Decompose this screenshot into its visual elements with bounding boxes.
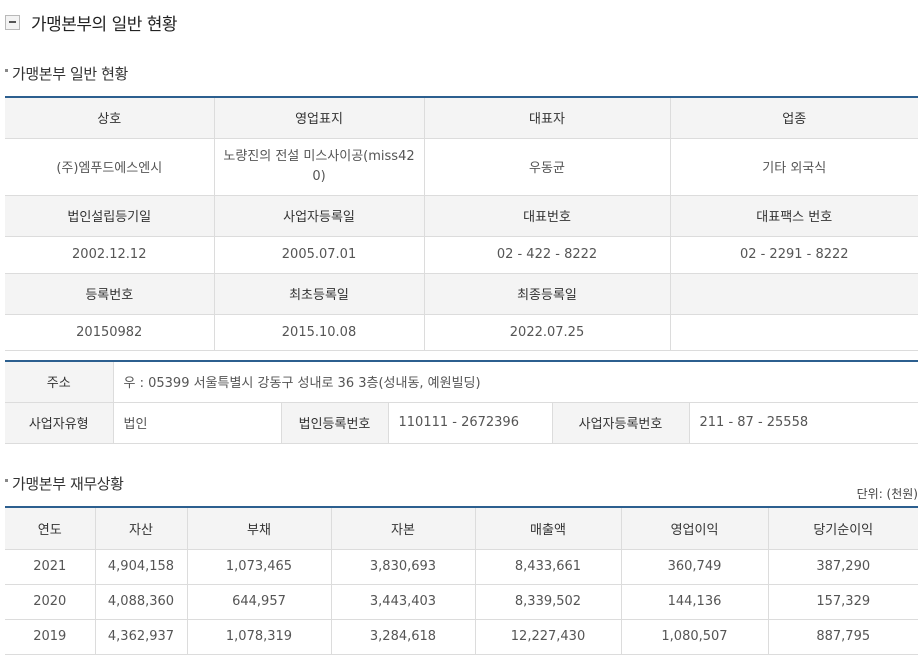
general-section-heading: 가맹본부 일반 현황	[5, 63, 128, 84]
column-header: 매출액	[474, 507, 621, 550]
unit-label: 단위: (천원)	[856, 487, 918, 501]
table-cell: 360,749	[620, 549, 768, 585]
bullet-icon	[5, 479, 8, 482]
header-cell	[669, 273, 918, 315]
table-cell: 3,443,403	[330, 584, 475, 620]
biz-type-value: 법인	[113, 402, 282, 444]
minus-icon	[9, 21, 16, 23]
table-cell: 144,136	[620, 584, 768, 620]
table-cell: 2021	[5, 549, 95, 585]
table-header-row: 법인설립등기일 사업자등록일 대표번호 대표팩스 번호	[5, 195, 918, 237]
table-header-row: 상호 영업표지 대표자 업종	[5, 97, 918, 139]
header-cell: 업종	[669, 97, 918, 139]
column-header: 자산	[94, 507, 187, 550]
table-row: (주)엠푸드에스엔시 노량진의 전설 미스사이공(miss420) 우동균 기타…	[5, 138, 918, 196]
table-cell: 644,957	[186, 584, 331, 620]
table-cell: 8,339,502	[474, 584, 621, 620]
header-cell: 영업표지	[213, 97, 424, 139]
table-cell: 3,830,693	[330, 549, 475, 585]
table-cell: 4,088,360	[94, 584, 187, 620]
biz-no-value: 211 - 87 - 25558	[689, 402, 918, 444]
value-cell: (주)엠푸드에스엔시	[5, 138, 214, 196]
table-cell: 1,073,465	[186, 549, 331, 585]
business-row: 사업자유형 법인 법인등록번호 110111 - 2672396 사업자등록번호…	[5, 402, 918, 444]
corp-no-value: 110111 - 2672396	[388, 402, 553, 444]
value-cell: 02 - 422 - 8222	[423, 236, 670, 274]
value-cell: 02 - 2291 - 8222	[669, 236, 918, 274]
collapse-toggle[interactable]	[5, 14, 20, 30]
finance-section-heading: 가맹본부 재무상황	[5, 473, 124, 494]
table-row: 2019 4,362,937 1,078,319 3,284,618 12,22…	[5, 619, 918, 655]
biz-no-label: 사업자등록번호	[552, 402, 690, 444]
value-cell: 2002.12.12	[5, 236, 214, 274]
column-header: 영업이익	[620, 507, 768, 550]
general-info-table: 상호 영업표지 대표자 업종 (주)엠푸드에스엔시 노량진의 전설 미스사이공(…	[5, 96, 918, 351]
value-cell: 20150982	[5, 314, 214, 351]
table-cell: 2019	[5, 619, 95, 655]
bullet-icon	[5, 69, 8, 72]
header-cell: 최초등록일	[213, 273, 424, 315]
table-row: 2020 4,088,360 644,957 3,443,403 8,339,5…	[5, 584, 918, 620]
table-cell: 887,795	[767, 619, 918, 655]
value-cell: 노량진의 전설 미스사이공(miss420)	[213, 138, 424, 196]
table-cell: 387,290	[767, 549, 918, 585]
value-cell: 우동균	[423, 138, 670, 196]
column-header: 자본	[330, 507, 475, 550]
table-cell: 3,284,618	[330, 619, 475, 655]
page-section-header: 가맹본부의 일반 현황	[5, 8, 178, 36]
address-table: 주소 우 : 05399 서울특별시 강동구 성내로 36 3층(성내동, 예원…	[5, 360, 918, 444]
header-cell: 상호	[5, 97, 214, 139]
header-cell: 대표번호	[423, 195, 670, 237]
table-header-row: 등록번호 최초등록일 최종등록일	[5, 273, 918, 315]
column-header: 연도	[5, 507, 95, 550]
table-cell: 8,433,661	[474, 549, 621, 585]
value-cell: 2015.10.08	[213, 314, 424, 351]
address-row: 주소 우 : 05399 서울특별시 강동구 성내로 36 3층(성내동, 예원…	[5, 361, 918, 403]
table-cell: 157,329	[767, 584, 918, 620]
table-row: 2021 4,904,158 1,073,465 3,830,693 8,433…	[5, 549, 918, 585]
table-cell: 2020	[5, 584, 95, 620]
table-cell: 12,227,430	[474, 619, 621, 655]
address-value: 우 : 05399 서울특별시 강동구 성내로 36 3층(성내동, 예원빌딩)	[113, 361, 918, 403]
header-cell: 법인설립등기일	[5, 195, 214, 237]
value-cell: 2005.07.01	[213, 236, 424, 274]
header-cell: 등록번호	[5, 273, 214, 315]
table-header-row: 연도 자산 부채 자본 매출액 영업이익 당기순이익	[5, 507, 918, 550]
table-cell: 1,078,319	[186, 619, 331, 655]
value-cell: 2022.07.25	[423, 314, 670, 351]
header-cell: 사업자등록일	[213, 195, 424, 237]
header-cell: 대표자	[423, 97, 670, 139]
table-row: 2002.12.12 2005.07.01 02 - 422 - 8222 02…	[5, 236, 918, 274]
column-header: 당기순이익	[767, 507, 918, 550]
column-header: 부채	[186, 507, 331, 550]
address-label: 주소	[5, 361, 114, 403]
table-row: 20150982 2015.10.08 2022.07.25	[5, 314, 918, 351]
finance-heading-text: 가맹본부 재무상황	[12, 475, 124, 493]
finance-table: 연도 자산 부채 자본 매출액 영업이익 당기순이익 2021 4,904,15…	[5, 506, 918, 655]
table-cell: 4,904,158	[94, 549, 187, 585]
general-heading-text: 가맹본부 일반 현황	[12, 65, 128, 83]
value-cell	[669, 314, 918, 351]
header-cell: 대표팩스 번호	[669, 195, 918, 237]
table-cell: 1,080,507	[620, 619, 768, 655]
page-title: 가맹본부의 일반 현황	[31, 14, 178, 35]
corp-no-label: 법인등록번호	[281, 402, 389, 444]
value-cell: 기타 외국식	[669, 138, 918, 196]
header-cell: 최종등록일	[423, 273, 670, 315]
biz-type-label: 사업자유형	[5, 402, 114, 444]
table-cell: 4,362,937	[94, 619, 187, 655]
